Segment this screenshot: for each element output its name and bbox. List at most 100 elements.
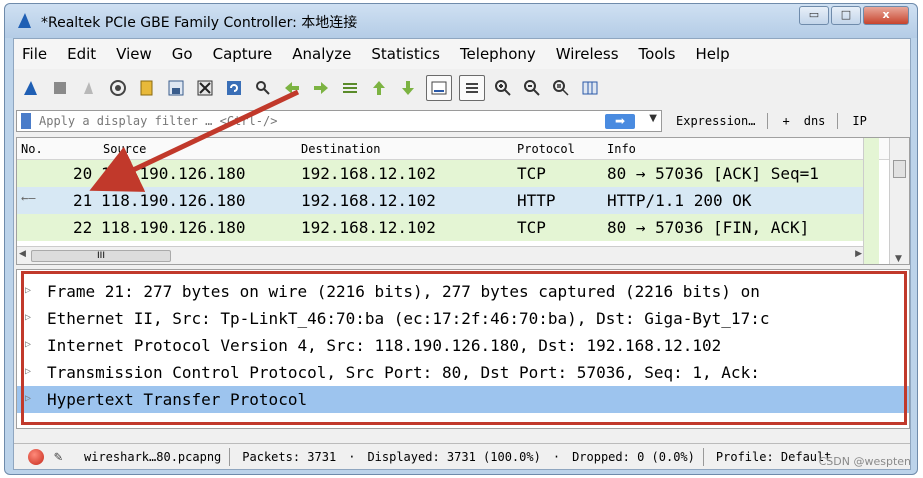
- packet-details: ▷ Frame 21: 277 bytes on wire (2216 bits)…: [16, 269, 910, 429]
- menu-tools[interactable]: Tools: [639, 45, 676, 63]
- packet-source: 118.190.126.180: [101, 191, 246, 210]
- options-icon[interactable]: [107, 77, 129, 99]
- stop-icon[interactable]: [49, 77, 71, 99]
- open-icon[interactable]: [136, 77, 158, 99]
- menu-analyze[interactable]: Analyze: [292, 45, 351, 63]
- maximize-button[interactable]: □: [831, 6, 861, 25]
- restart-icon[interactable]: [78, 77, 100, 99]
- menu-wireless[interactable]: Wireless: [556, 45, 619, 63]
- reload-icon[interactable]: [223, 77, 245, 99]
- zoom-out-icon[interactable]: [521, 77, 543, 99]
- back-icon[interactable]: [281, 77, 303, 99]
- divider: [702, 447, 704, 466]
- scroll-left-icon[interactable]: ◀: [19, 249, 26, 259]
- find-icon[interactable]: [252, 77, 274, 99]
- menu-go[interactable]: Go: [172, 45, 193, 63]
- dns-filter-button[interactable]: dns: [804, 114, 826, 128]
- packet-minimap[interactable]: [863, 138, 879, 264]
- related-packet-icon: ←—: [21, 191, 36, 205]
- packet-protocol: HTTP: [517, 191, 556, 210]
- displayed-count: Displayed: 3731 (100.0%): [367, 449, 541, 464]
- menu-bar: File Edit View Go Capture Analyze Statistics Te…: [14, 39, 910, 69]
- profile-selector[interactable]: Profile: Default: [716, 450, 832, 464]
- menu-capture[interactable]: Capture: [213, 45, 273, 63]
- edit-comment-icon[interactable]: ✎: [54, 449, 72, 465]
- packet-info: 80 → 57036 [FIN, ACK]: [607, 218, 810, 237]
- scrollbar-thumb[interactable]: III: [31, 250, 171, 262]
- packet-destination: 192.168.12.102: [301, 164, 436, 183]
- packet-destination: 192.168.12.102: [301, 191, 436, 210]
- capture-status-icon[interactable]: [28, 448, 44, 465]
- packet-info: 80 → 57036 [ACK] Seq=1: [607, 164, 819, 183]
- packet-row[interactable]: 22 118.190.126.180 192.168.12.102 TCP 80 → 5…: [17, 214, 864, 241]
- save-icon[interactable]: [165, 77, 187, 99]
- menu-help[interactable]: Help: [695, 45, 729, 63]
- packet-row[interactable]: 20 118.190.126.180 192.168.12.102 TCP 80 → 5…: [17, 160, 864, 187]
- packet-no: 21: [73, 191, 93, 210]
- ip-filter-button[interactable]: IP: [852, 114, 866, 128]
- window-title: *Realtek PCIe GBE Family Controller: 本地连…: [41, 15, 358, 31]
- shark-fin-icon[interactable]: [20, 77, 42, 99]
- menu-file[interactable]: File: [22, 45, 47, 63]
- packet-no: 20: [73, 164, 93, 183]
- last-icon[interactable]: [397, 77, 419, 99]
- vertical-scrollbar[interactable]: ▼: [889, 138, 909, 264]
- packet-destination: 192.168.12.102: [301, 218, 436, 237]
- bullet-separator: ·: [348, 449, 356, 464]
- packet-protocol: TCP: [517, 218, 546, 237]
- menu-statistics[interactable]: Statistics: [371, 45, 440, 63]
- zoom-in-icon[interactable]: [492, 77, 514, 99]
- bookmark-icon[interactable]: [21, 113, 31, 129]
- column-destination[interactable]: Destination: [301, 142, 380, 156]
- add-filter-button[interactable]: +: [782, 114, 789, 128]
- packets-count: Packets: 3731: [242, 449, 337, 464]
- packet-no: 22: [73, 218, 93, 237]
- bullet-separator: ·: [552, 449, 561, 464]
- packet-list-header: No. Source Destination Protocol Info: [17, 138, 909, 160]
- status-bar: ✎ wireshark…80.pcapng Packets: 3731 · Di…: [14, 443, 910, 469]
- packet-list: No. Source Destination Protocol Info 20 1…: [16, 137, 910, 265]
- dropped-count: Dropped: 0 (0.0%): [572, 449, 695, 464]
- packet-protocol: TCP: [517, 164, 546, 183]
- window-controls: ▭ □ x: [799, 6, 909, 25]
- filter-placeholder: Apply a display filter … <Ctrl-/>: [39, 114, 278, 128]
- packet-source: 118.190.126.180: [101, 218, 246, 237]
- minimize-button[interactable]: ▭: [799, 6, 829, 25]
- close-file-icon[interactable]: [194, 77, 216, 99]
- annotation-highlight-box: [21, 271, 907, 425]
- expression-button[interactable]: Expression…: [676, 114, 755, 128]
- packet-source: 118.190.126.180: [101, 164, 246, 183]
- goto-icon[interactable]: [339, 77, 361, 99]
- autoscroll-icon[interactable]: [426, 75, 452, 101]
- column-source[interactable]: Source: [103, 142, 146, 156]
- zoom-normal-icon[interactable]: [550, 77, 572, 99]
- packet-row[interactable]: 21 118.190.126.180 192.168.12.102 HTTP HTTP/…: [17, 187, 864, 214]
- scrollbar-thumb[interactable]: [893, 160, 906, 178]
- close-button[interactable]: x: [863, 6, 909, 25]
- column-no[interactable]: No.: [21, 142, 43, 156]
- main-toolbar: [14, 71, 910, 105]
- wireshark-window: *Realtek PCIe GBE Family Controller: 本地连…: [4, 3, 918, 475]
- scroll-down-icon[interactable]: ▼: [895, 254, 902, 264]
- resize-columns-icon[interactable]: [579, 77, 601, 99]
- display-filter-bar: Apply a display filter … <Ctrl-/> ➡ ▼ Ex…: [16, 109, 910, 133]
- horizontal-scrollbar[interactable]: ◀ III ▶: [17, 246, 864, 264]
- forward-icon[interactable]: [310, 77, 332, 99]
- wireshark-fin-icon: [18, 13, 31, 28]
- chevron-down-icon[interactable]: ▼: [649, 113, 657, 124]
- colorize-icon[interactable]: [459, 75, 485, 101]
- first-icon[interactable]: [368, 77, 390, 99]
- apply-filter-button[interactable]: ➡: [605, 114, 635, 129]
- menu-view[interactable]: View: [116, 45, 152, 63]
- capture-file-name: wireshark…80.pcapng: [84, 449, 222, 464]
- menu-edit[interactable]: Edit: [67, 45, 96, 63]
- column-protocol[interactable]: Protocol: [517, 142, 575, 156]
- display-filter-input[interactable]: Apply a display filter … <Ctrl-/> ➡ ▼: [16, 110, 662, 132]
- divider: [767, 113, 769, 129]
- title-bar[interactable]: *Realtek PCIe GBE Family Controller: 本地连…: [5, 4, 917, 38]
- divider: [837, 113, 839, 129]
- column-info[interactable]: Info: [607, 142, 636, 156]
- scroll-right-icon[interactable]: ▶: [855, 249, 862, 259]
- packet-info: HTTP/1.1 200 OK: [607, 191, 752, 210]
- menu-telephony[interactable]: Telephony: [460, 45, 536, 63]
